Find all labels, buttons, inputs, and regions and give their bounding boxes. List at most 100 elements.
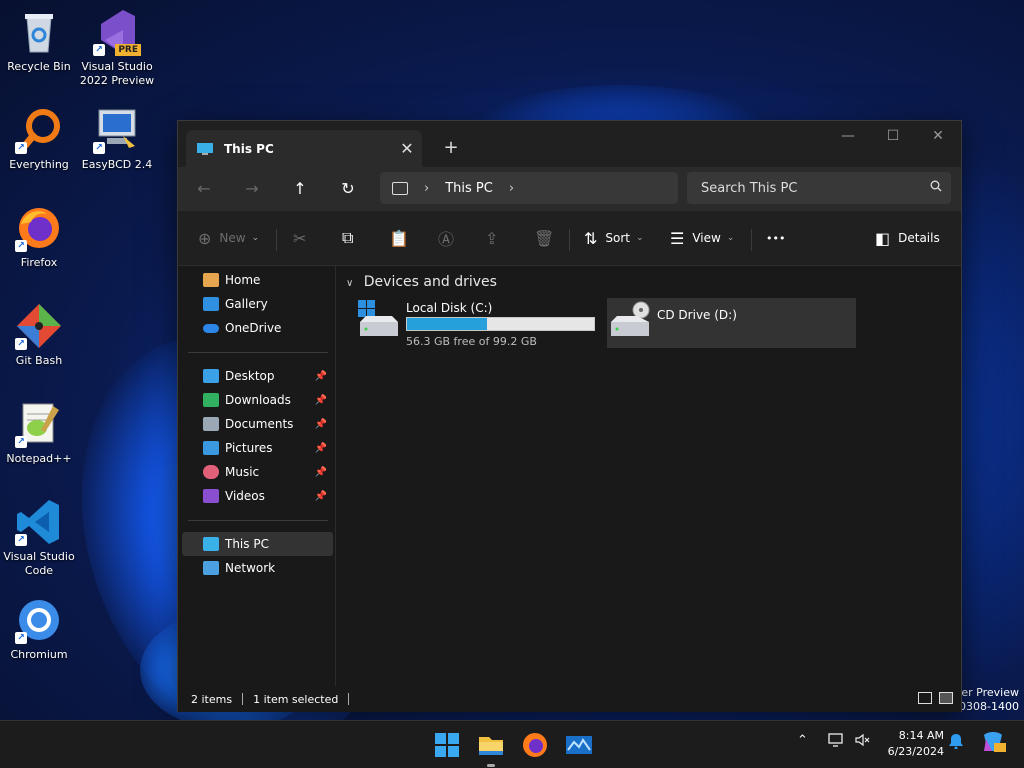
pin-icon[interactable]: 📌 <box>315 467 327 478</box>
start-button[interactable] <box>431 729 463 761</box>
desktop-icon-everything[interactable]: ↗ Everything <box>0 106 78 172</box>
command-bar: ⊕ New ⌄ ✂ ⧉ 📋 Ⓐ ⇪ 🗑 ⇅ Sort ⌄ ☰ View ⌄ ••… <box>178 211 961 266</box>
forward-button[interactable]: → <box>235 174 269 204</box>
new-button[interactable]: ⊕ New ⌄ <box>198 223 259 253</box>
pin-icon[interactable]: 📌 <box>315 395 327 406</box>
taskbar: ⌃ 8:14 AM 6/23/2024 <box>0 720 1024 768</box>
volume-muted-icon[interactable] <box>854 733 870 751</box>
close-button[interactable]: ✕ <box>915 121 961 151</box>
videos-icon <box>203 489 219 503</box>
clock[interactable]: 8:14 AM 6/23/2024 <box>880 728 944 760</box>
sidebar-item-onedrive[interactable]: OneDrive <box>182 316 333 340</box>
vscode-icon: ↗ <box>15 498 63 546</box>
pin-icon[interactable]: 📌 <box>315 419 327 430</box>
gallery-icon <box>203 297 219 311</box>
sidebar-item-pictures[interactable]: Pictures 📌 <box>182 436 333 460</box>
sidebar-item-home[interactable]: Home <box>182 268 333 292</box>
item-count: 2 items <box>191 692 233 706</box>
search-icon <box>921 180 951 196</box>
new-tab-button[interactable]: + <box>436 133 466 163</box>
sidebar-item-videos[interactable]: Videos 📌 <box>182 484 333 508</box>
sort-button[interactable]: ⇅ Sort ⌄ <box>584 223 644 253</box>
sort-icon: ⇅ <box>584 228 598 248</box>
status-divider <box>348 693 350 705</box>
delete-button[interactable]: 🗑 <box>534 223 562 253</box>
taskbar-firefox[interactable] <box>519 729 551 761</box>
shortcut-arrow-icon: ↗ <box>15 632 27 644</box>
search-input[interactable]: Search This PC <box>701 181 921 196</box>
chevron-down-icon: ⌄ <box>726 233 735 243</box>
tab-close-button[interactable]: ✕ <box>392 139 422 158</box>
address-bar[interactable]: › This PC › <box>380 172 678 204</box>
shortcut-arrow-icon: ↗ <box>15 240 27 252</box>
tab-this-pc[interactable]: This PC ✕ <box>186 130 422 167</box>
shortcut-arrow-icon: ↗ <box>15 436 27 448</box>
sidebar-item-downloads[interactable]: Downloads 📌 <box>182 388 333 412</box>
desktop-icon-visual-studio[interactable]: PRE ↗ Visual Studio 2022 Preview <box>78 8 156 88</box>
group-header-devices[interactable]: ∨ Devices and drives <box>346 274 497 290</box>
rename-button[interactable]: Ⓐ <box>438 223 462 253</box>
toolbar-divider <box>276 229 277 251</box>
sidebar-item-documents[interactable]: Documents 📌 <box>182 412 333 436</box>
sidebar-item-network[interactable]: Network <box>182 556 333 580</box>
desktop-icon-easybcd[interactable]: ↗ EasyBCD 2.4 <box>78 106 156 172</box>
desktop-icon-vscode[interactable]: ↗ Visual Studio Code <box>0 498 78 578</box>
taskbar-file-explorer[interactable] <box>475 729 507 767</box>
minimize-button[interactable]: — <box>825 121 871 151</box>
pin-icon[interactable]: 📌 <box>315 443 327 454</box>
sidebar-item-music[interactable]: Music 📌 <box>182 460 333 484</box>
chevron-right-icon[interactable]: › <box>509 181 514 196</box>
file-explorer-window: This PC ✕ + — ☐ ✕ ← → ↑ ↻ › This PC › Se… <box>177 120 962 712</box>
pictures-icon <box>203 441 219 455</box>
more-options-button[interactable]: ••• <box>766 223 785 253</box>
details-view-icon[interactable] <box>918 692 932 704</box>
notification-bell-icon[interactable] <box>949 733 963 753</box>
firefox-icon <box>523 733 547 757</box>
trash-icon: 🗑 <box>534 228 555 248</box>
downloads-icon <box>203 393 219 407</box>
desktop-icon-chromium[interactable]: ↗ Chromium <box>0 596 78 662</box>
sidebar-item-gallery[interactable]: Gallery <box>182 292 333 316</box>
show-hidden-icons-button[interactable]: ⌃ <box>797 733 808 748</box>
sidebar-item-desktop[interactable]: Desktop 📌 <box>182 364 333 388</box>
onedrive-icon <box>203 323 219 333</box>
search-box[interactable]: Search This PC <box>687 172 951 204</box>
start-icon <box>435 733 459 757</box>
share-button[interactable]: ⇪ <box>485 223 506 253</box>
drive-local-disk-c[interactable]: Local Disk (C:) 56.3 GB free of 99.2 GB <box>356 298 600 348</box>
details-button[interactable]: ◧ Details <box>875 223 940 253</box>
cut-button[interactable]: ✂ <box>293 223 314 253</box>
documents-icon <box>203 417 219 431</box>
network-status-icon[interactable] <box>828 733 844 751</box>
taskbar-task-manager[interactable] <box>563 729 595 761</box>
navigation-bar: ← → ↑ ↻ › This PC › Search This PC <box>178 167 961 211</box>
view-button[interactable]: ☰ View ⌄ <box>670 223 734 253</box>
desktop-icon <box>203 369 219 383</box>
up-button[interactable]: ↑ <box>283 174 317 204</box>
visual-studio-icon: PRE ↗ <box>93 8 141 56</box>
tab-bar: This PC ✕ + — ☐ ✕ <box>178 121 961 167</box>
pin-icon[interactable]: 📌 <box>315 371 327 382</box>
back-button[interactable]: ← <box>187 174 221 204</box>
copy-button[interactable]: ⧉ <box>342 223 361 253</box>
toolbar-divider <box>569 229 570 251</box>
shortcut-arrow-icon: ↗ <box>15 534 27 546</box>
copilot-icon[interactable] <box>980 731 1006 757</box>
desktop-icon-notepad-plus-plus[interactable]: ↗ Notepad++ <box>0 400 78 466</box>
maximize-button[interactable]: ☐ <box>870 121 916 151</box>
desktop-icon-firefox[interactable]: ↗ Firefox <box>0 204 78 270</box>
network-icon <box>203 561 219 575</box>
large-icons-view-icon[interactable] <box>939 692 953 704</box>
breadcrumb-this-pc[interactable]: This PC <box>445 181 493 196</box>
sidebar-item-this-pc[interactable]: This PC <box>182 532 333 556</box>
chevron-right-icon: › <box>424 180 430 196</box>
pin-icon[interactable]: 📌 <box>315 491 327 502</box>
desktop-icon-recycle-bin[interactable]: Recycle Bin <box>0 8 78 74</box>
drive-cd-drive-d[interactable]: CD Drive (D:) <box>607 298 856 348</box>
desktop-icon-git-bash[interactable]: ↗ Git Bash <box>0 302 78 368</box>
refresh-button[interactable]: ↻ <box>331 174 365 204</box>
navigation-pane: Home Gallery OneDrive Desktop 📌 Download… <box>178 266 336 686</box>
monitor-icon <box>392 181 408 195</box>
rename-icon: Ⓐ <box>438 230 455 249</box>
paste-button[interactable]: 📋 <box>389 223 417 253</box>
